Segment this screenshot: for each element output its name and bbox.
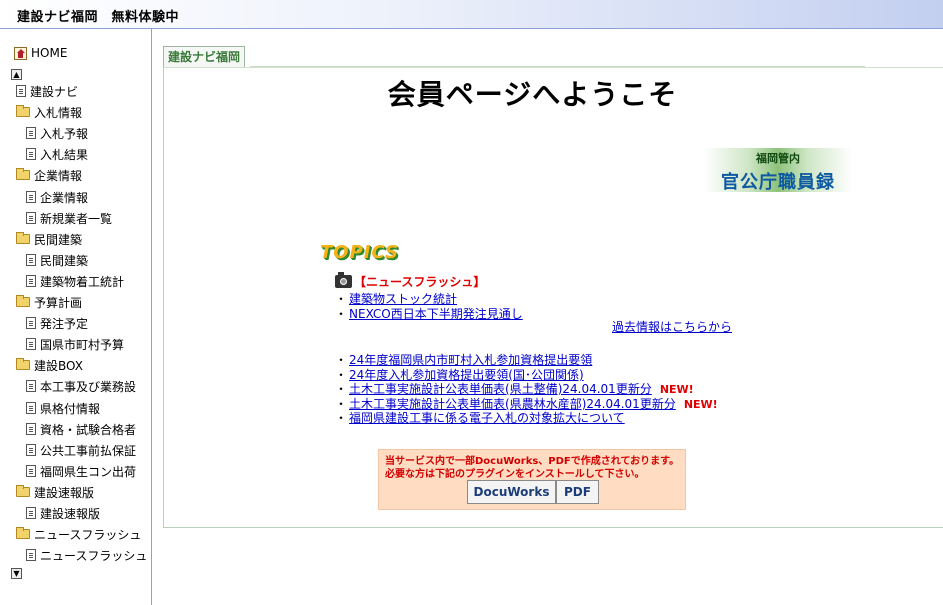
- sidebar-item-label: 県格付情報: [40, 401, 101, 416]
- sidebar-item-label: 建設速報版: [34, 485, 95, 500]
- sidebar-folder[interactable]: 企業情報: [16, 166, 82, 184]
- sidebar-item-label: HOME: [31, 46, 68, 60]
- app-title: 建設ナビ福岡 無料体験中: [17, 10, 180, 25]
- info-link[interactable]: 24年度福岡県内市町村入札参加資格提出要領: [349, 353, 592, 367]
- sidebar-item-label: 国県市町村予算: [40, 337, 125, 352]
- sidebar-item[interactable]: 建設速報版: [26, 504, 100, 522]
- folder-icon: [16, 358, 30, 370]
- sidebar-item-label: ニュースフラッシュ: [40, 548, 148, 563]
- sidebar-item-label: ニュースフラッシュ: [34, 527, 142, 542]
- plugin-notice: 当サービス内で一部DocuWorks、PDFで作成されております。 必要な方は下…: [378, 449, 686, 510]
- sidebar-item[interactable]: 福岡県生コン出荷: [26, 462, 136, 480]
- topics-heading: TOPICS: [320, 242, 400, 263]
- sidebar-item-label: 入札結果: [40, 147, 89, 162]
- sidebar-item[interactable]: 本工事及び業務設: [26, 377, 136, 395]
- sidebar-item-label: 建設速報版: [40, 506, 101, 521]
- sidebar-item-label: 民間建築: [34, 232, 83, 247]
- sidebar-item-home[interactable]: HOME: [14, 44, 67, 62]
- folder-icon: [16, 485, 30, 497]
- sidebar-item-label: 資格・試験合格者: [40, 422, 137, 437]
- document-icon: [26, 317, 36, 329]
- sidebar-item-label: 福岡県生コン出荷: [40, 464, 137, 479]
- sidebar-item-label: 本工事及び業務設: [40, 379, 137, 394]
- sidebar-item[interactable]: 入札予報: [26, 124, 88, 142]
- pdf-button[interactable]: PDF: [556, 480, 599, 504]
- folder-icon: [16, 105, 30, 117]
- sidebar-item-label: 企業情報: [40, 190, 89, 205]
- sidebar-item[interactable]: 発注予定: [26, 314, 88, 332]
- sidebar-item[interactable]: 建設ナビ: [16, 82, 78, 100]
- sidebar-item[interactable]: 新規業者一覧: [26, 209, 112, 227]
- sidebar-folder[interactable]: ニュースフラッシュ: [16, 525, 141, 543]
- sidebar-item-label: 建築物着工統計: [40, 274, 125, 289]
- sidebar-item[interactable]: 県格付情報: [26, 399, 100, 417]
- tab-kensetsu-navi[interactable]: 建設ナビ福岡: [163, 46, 246, 67]
- sidebar-item[interactable]: 建築物着工統計: [26, 272, 124, 290]
- sidebar-folder[interactable]: 入札情報: [16, 103, 82, 121]
- document-icon: [26, 254, 36, 266]
- sidebar-item[interactable]: ニュースフラッシュ: [26, 546, 147, 564]
- news-flash-label: 【ニュースフラッシュ】: [354, 275, 486, 289]
- kancho-shokuinroku-banner[interactable]: 福岡管内 官公庁職員録: [704, 148, 852, 193]
- document-icon: [16, 85, 26, 97]
- info-link[interactable]: 福岡県建設工事に係る電子入札の対象拡大について: [349, 411, 625, 425]
- scroll-down-button[interactable]: ▼: [11, 568, 22, 579]
- sidebar-item[interactable]: 資格・試験合格者: [26, 420, 136, 438]
- document-icon: [26, 423, 36, 435]
- docuworks-button[interactable]: DocuWorks: [467, 480, 556, 504]
- list-item: ・福岡県建設工事に係る電子入札の対象拡大について: [335, 411, 625, 425]
- document-icon: [26, 191, 36, 203]
- sidebar-item-label: 入札予報: [40, 126, 89, 141]
- info-link[interactable]: 土木工事実施設計公表単価表(県土整備)24.04.01更新分: [349, 382, 652, 396]
- folder-icon: [16, 527, 30, 539]
- sidebar-item-label: 予算計画: [34, 295, 83, 310]
- news-link[interactable]: NEXCO西日本下半期発注見通し: [349, 307, 523, 321]
- sidebar-item-label: 新規業者一覧: [40, 211, 113, 226]
- document-icon: [26, 212, 36, 224]
- sidebar-item-label: 発注予定: [40, 316, 89, 331]
- sidebar-item-label: 企業情報: [34, 168, 83, 183]
- past-info-link[interactable]: 過去情報はこちらから: [612, 318, 732, 335]
- sidebar-item-label: 建設ナビ: [30, 84, 79, 99]
- sidebar-item-label: 入札情報: [34, 105, 83, 120]
- document-icon: [26, 549, 36, 561]
- sidebar-folder[interactable]: 建設速報版: [16, 483, 94, 501]
- camera-icon: [335, 272, 352, 288]
- document-icon: [26, 275, 36, 287]
- app-header: 建設ナビ福岡 無料体験中: [0, 0, 943, 29]
- document-icon: [26, 127, 36, 139]
- list-item: ・ NEXCO西日本下半期発注見通し: [335, 307, 523, 321]
- document-icon: [26, 507, 36, 519]
- sidebar-item[interactable]: 民間建築: [26, 251, 88, 269]
- folder-icon: [16, 295, 30, 307]
- banner-subtitle: 福岡管内: [756, 152, 800, 165]
- new-badge: NEW!: [683, 398, 718, 411]
- news-link[interactable]: 建築物ストック統計: [349, 292, 457, 306]
- document-icon: [26, 338, 36, 350]
- folder-icon: [16, 168, 30, 180]
- sidebar-folder[interactable]: 民間建築: [16, 230, 82, 248]
- news-flash-header: 【ニュースフラッシュ】: [335, 272, 486, 290]
- sidebar-item-label: 民間建築: [40, 253, 89, 268]
- plugin-notice-text: 当サービス内で一部DocuWorks、PDFで作成されております。 必要な方は下…: [385, 456, 680, 480]
- sidebar-item-label: 公共工事前払保証: [40, 443, 137, 458]
- sidebar-folder[interactable]: 予算計画: [16, 293, 82, 311]
- document-icon: [26, 380, 36, 392]
- sidebar-tree: HOME ▲ 建設ナビ 入札情報 入札予報 入札結果 企業情報 企業情報 新規業者一覧 民間建…: [0, 29, 152, 605]
- home-icon: [14, 46, 27, 60]
- document-icon: [26, 465, 36, 477]
- sidebar-item[interactable]: 企業情報: [26, 188, 88, 206]
- sidebar-item[interactable]: 国県市町村予算: [26, 335, 124, 353]
- banner-title: 官公庁職員録: [721, 172, 835, 193]
- folder-icon: [16, 232, 30, 244]
- scroll-up-button[interactable]: ▲: [11, 69, 22, 80]
- document-icon: [26, 402, 36, 414]
- sidebar-item[interactable]: 公共工事前払保証: [26, 441, 136, 459]
- sidebar-item[interactable]: 入札結果: [26, 145, 88, 163]
- document-icon: [26, 444, 36, 456]
- sidebar-folder[interactable]: 建設BOX: [16, 356, 83, 374]
- sidebar-item-label: 建設BOX: [34, 358, 83, 373]
- page-title: 会員ページへようこそ: [387, 78, 678, 111]
- document-icon: [26, 148, 36, 160]
